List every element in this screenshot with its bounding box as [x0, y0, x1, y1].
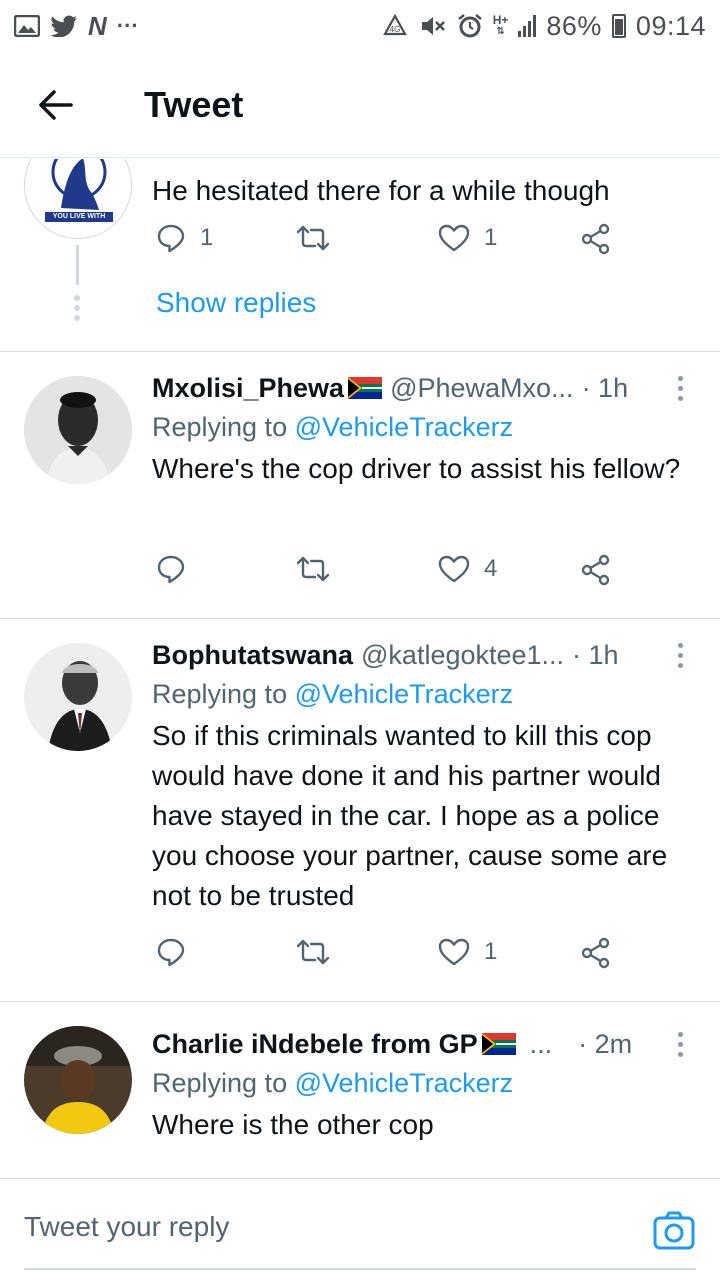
avatar[interactable] — [24, 643, 132, 751]
tweet-item[interactable]: YOU LIVE WITH He hesitated there for a w… — [0, 159, 720, 352]
more-options-button[interactable] — [670, 370, 690, 406]
retweet-icon — [296, 939, 330, 965]
status-bar-right: 4G H+ ⇅ 86% 09:14 — [381, 11, 706, 42]
recycle-icon: 4G — [382, 14, 407, 36]
replying-to: Replying to @VehicleTrackerz — [152, 412, 690, 443]
like-button[interactable]: 4 — [438, 554, 497, 584]
tweet-actions: 1 — [152, 937, 622, 977]
camera-icon — [653, 1211, 695, 1250]
mention-link[interactable]: @VehicleTrackerz — [295, 1068, 513, 1098]
share-button[interactable] — [580, 223, 612, 255]
clock: 09:14 — [635, 10, 706, 41]
status-bar: N ··· 4G H+ ⇅ 86% 09:14 — [0, 0, 720, 52]
signal-icon — [518, 15, 537, 37]
reply-input-underline — [24, 1268, 696, 1270]
reply-count: 1 — [200, 224, 214, 251]
tweet-text: He hesitated there for a while though — [152, 175, 610, 206]
reply-composer: Tweet your reply — [0, 1178, 720, 1280]
handle[interactable]: @katlegoktee1... — [361, 640, 564, 671]
share-icon — [581, 223, 610, 255]
retweet-icon — [296, 556, 330, 582]
timestamp[interactable]: · 1h — [572, 640, 619, 671]
battery-icon — [611, 14, 626, 38]
handle[interactable]: @PhewaMxo... — [390, 373, 573, 404]
reply-icon — [157, 224, 185, 253]
tweet-text: Where is the other cop — [152, 1109, 434, 1140]
avatar[interactable]: YOU LIVE WITH — [24, 159, 132, 239]
avatar[interactable] — [24, 376, 132, 484]
heart-icon — [438, 938, 470, 966]
page-title: Tweet — [144, 83, 244, 125]
south-africa-flag-icon — [481, 1033, 516, 1055]
n-icon: N — [88, 11, 107, 41]
more-options-button[interactable] — [670, 1026, 690, 1062]
display-name[interactable]: Mxolisi_Phewa — [152, 373, 344, 404]
avatar[interactable] — [24, 1026, 132, 1134]
reply-button[interactable] — [156, 937, 186, 967]
tweet-item[interactable]: Mxolisi_Phewa @PhewaMxo... · 1h Replying… — [0, 352, 720, 619]
more-options-button[interactable] — [670, 637, 690, 673]
like-count: 1 — [484, 224, 498, 251]
tweet-item[interactable]: Charlie iNdebele from GP ... · 2m Replyi… — [0, 1002, 720, 1177]
battery-percent: 86% — [546, 10, 602, 41]
timestamp[interactable]: · 1h — [582, 373, 629, 404]
reply-icon — [157, 555, 185, 584]
tweet-text: Where's the cop driver to assist his fel… — [152, 453, 681, 484]
replying-prefix: Replying to — [152, 412, 288, 442]
arrow-left-icon — [39, 89, 73, 120]
display-name[interactable]: Bophutatswana — [152, 640, 353, 671]
heart-icon — [438, 224, 470, 252]
status-bar-left: N ··· — [14, 13, 139, 39]
tweet-actions: 1 1 — [152, 223, 622, 263]
top-app-bar: Tweet — [0, 52, 720, 158]
heart-icon — [438, 555, 470, 583]
retweet-button[interactable] — [296, 937, 330, 967]
replying-to: Replying to @VehicleTrackerz — [152, 679, 690, 710]
svg-text:4G: 4G — [389, 25, 400, 34]
thread-line — [76, 245, 79, 285]
network-type: H+ — [492, 13, 509, 27]
reply-icon — [157, 938, 185, 967]
back-button[interactable] — [0, 52, 110, 157]
share-icon — [581, 554, 610, 586]
timestamp[interactable]: · 2m — [578, 1029, 632, 1060]
tweet-text: So if this criminals wanted to kill this… — [152, 720, 668, 911]
tweet-actions: 4 — [152, 554, 622, 594]
twitter-icon — [50, 15, 77, 37]
replying-to: Replying to @VehicleTrackerz — [152, 1068, 690, 1099]
gallery-icon — [14, 15, 40, 37]
replies-feed[interactable]: YOU LIVE WITH He hesitated there for a w… — [0, 159, 720, 1177]
retweet-button[interactable] — [296, 554, 330, 584]
handle[interactable]: ... — [530, 1029, 553, 1060]
replying-prefix: Replying to — [152, 1068, 288, 1098]
like-count: 4 — [484, 555, 498, 582]
avatar-caption: YOU LIVE WITH — [52, 213, 106, 220]
south-africa-flag-icon — [348, 377, 383, 399]
retweet-icon — [296, 225, 330, 251]
reply-button[interactable] — [156, 554, 186, 584]
mention-link[interactable]: @VehicleTrackerz — [295, 679, 513, 709]
show-replies-link[interactable]: Show replies — [156, 287, 316, 319]
like-button[interactable]: 1 — [438, 223, 497, 253]
alarm-icon — [457, 14, 482, 38]
network-hplus-icon: H+ ⇅ — [492, 13, 509, 37]
more-icon: ··· — [116, 13, 139, 38]
display-name[interactable]: Charlie iNdebele from GP — [152, 1029, 478, 1060]
camera-button[interactable] — [652, 1209, 696, 1253]
replying-prefix: Replying to — [152, 679, 288, 709]
thread-dots — [74, 295, 80, 321]
reply-input[interactable]: Tweet your reply — [24, 1211, 229, 1243]
reply-button[interactable]: 1 — [156, 223, 213, 253]
share-icon — [581, 937, 610, 969]
like-button[interactable]: 1 — [438, 937, 497, 967]
share-button[interactable] — [580, 937, 612, 969]
mention-link[interactable]: @VehicleTrackerz — [295, 412, 513, 442]
share-button[interactable] — [580, 554, 612, 586]
like-count: 1 — [484, 938, 498, 965]
retweet-button[interactable] — [296, 223, 330, 253]
tweet-item[interactable]: Bophutatswana @katlegoktee1... · 1h Repl… — [0, 619, 720, 1002]
mute-icon — [421, 17, 445, 35]
